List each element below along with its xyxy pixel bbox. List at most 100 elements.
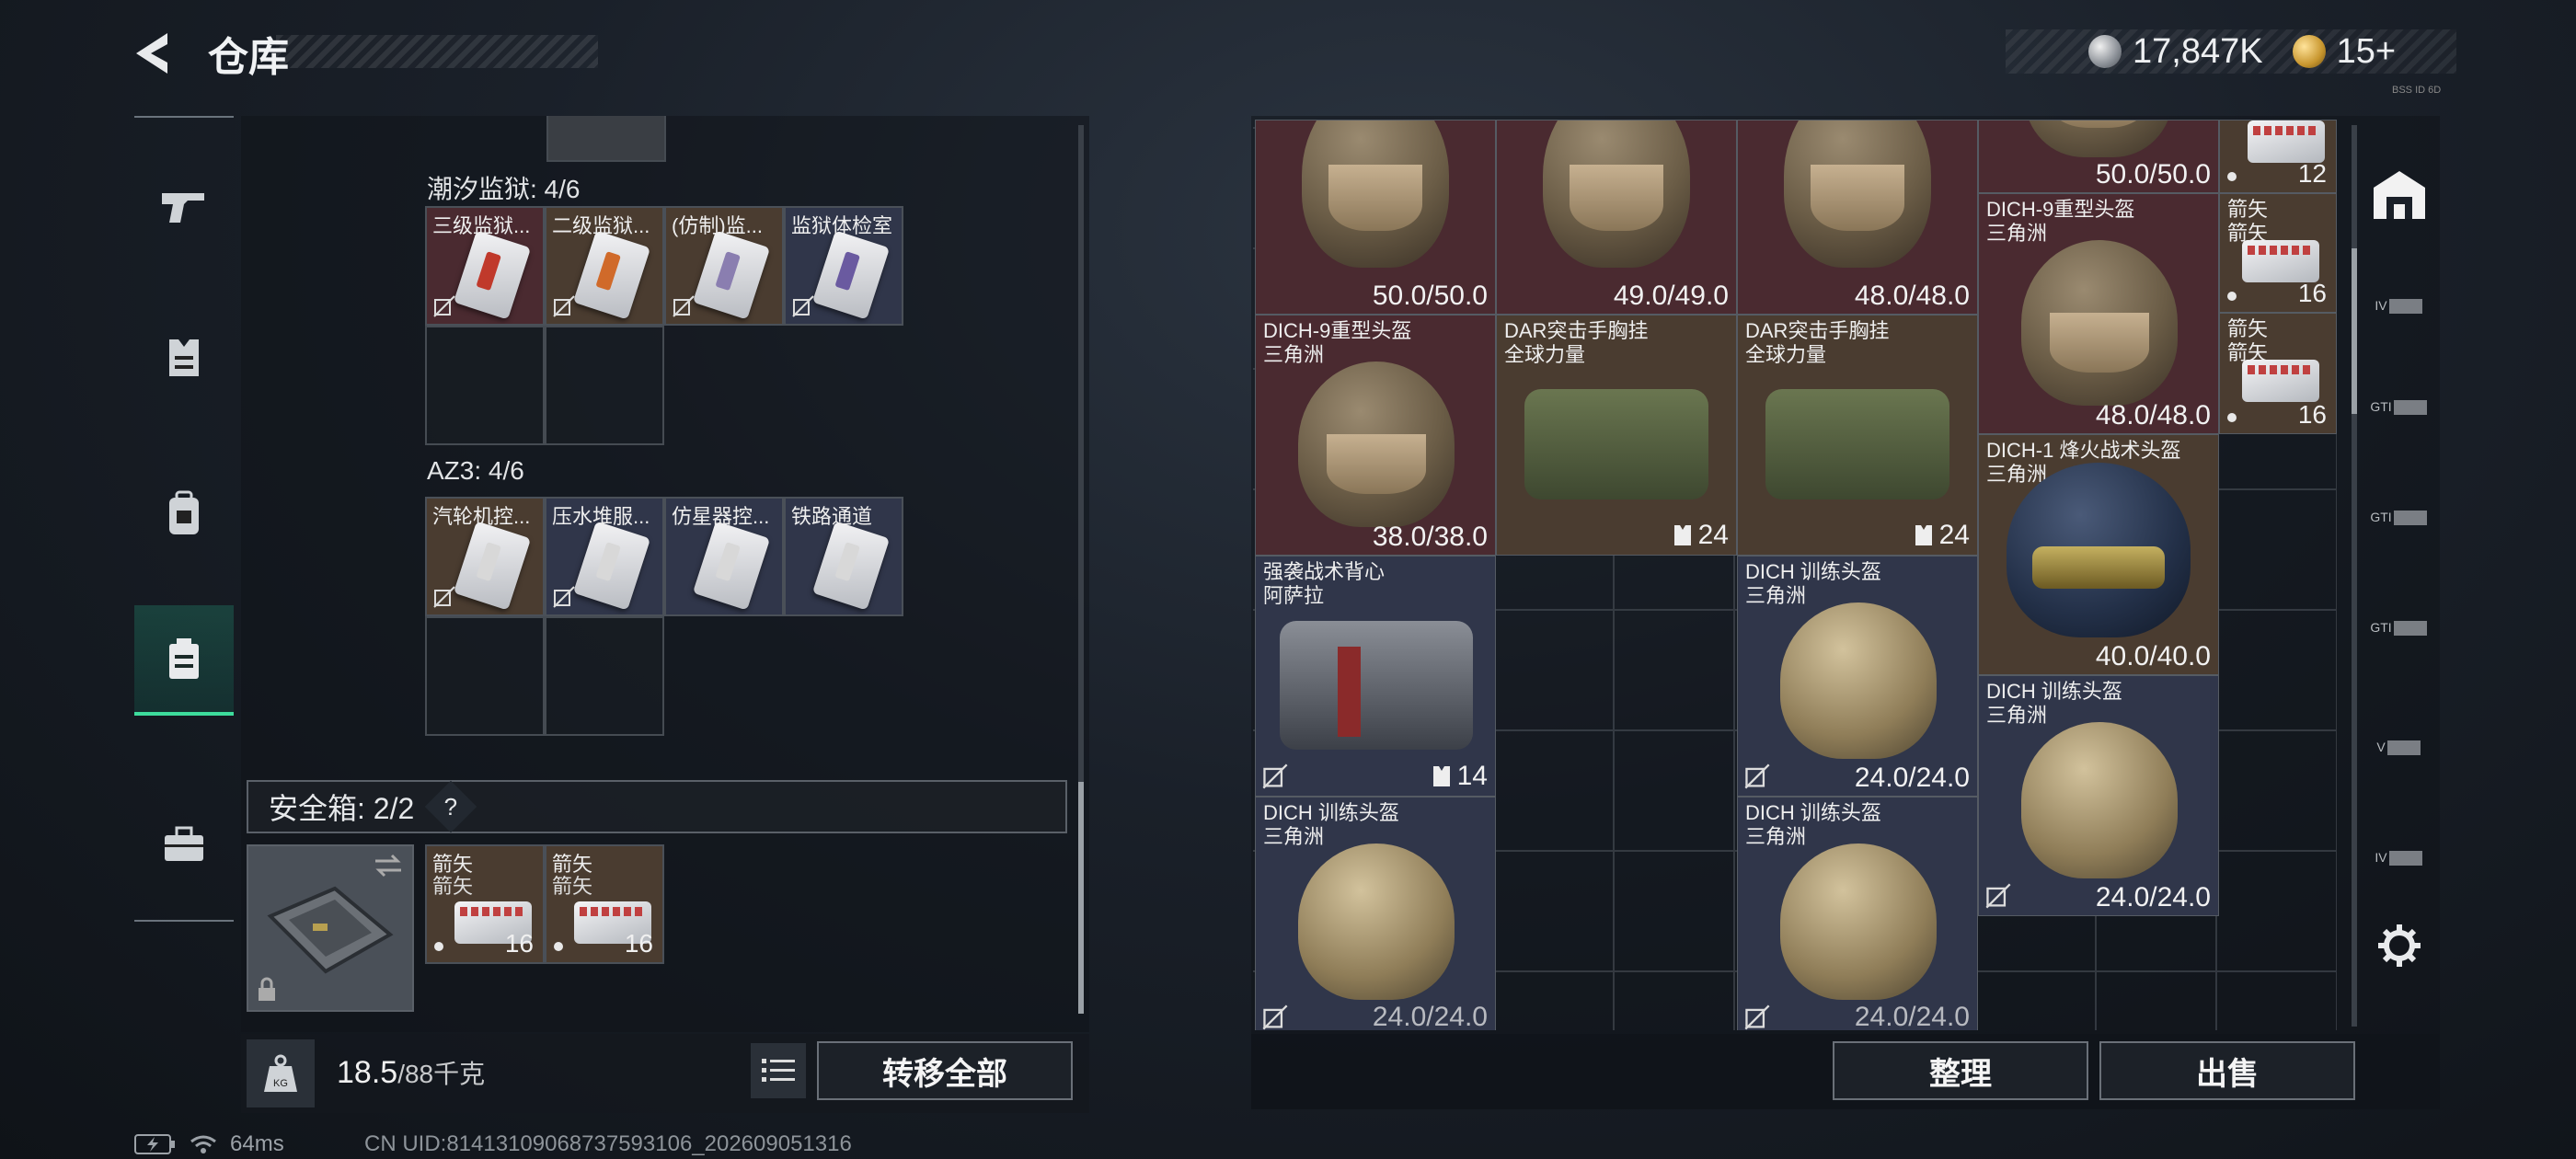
nav-case[interactable] [134,793,234,896]
settings-gear-icon [2378,924,2421,967]
keycard-item[interactable]: 铁路通道 [784,497,903,616]
uid-text: CN UID:81413109068737593106_202609051316 [364,1131,852,1156]
vest-capacity-icon [1915,525,1932,545]
filter-tab[interactable]: GTI [2361,368,2438,445]
sell-button[interactable]: 出售 [2099,1041,2355,1100]
item-name: (仿制)监... [672,214,763,237]
item-name: DAR突击手胸挂 全球力量 [1504,319,1649,366]
sort-button[interactable]: 整理 [1833,1041,2088,1100]
item-name: 箭矢 箭矢 [2227,198,2269,245]
home-base-icon [2374,171,2425,219]
capacity-badge: 24 [1673,520,1729,551]
settings-button[interactable] [2361,907,2438,984]
heavy-helmet-item[interactable]: 50.0/50.0 [1255,120,1496,315]
filter-tab[interactable]: GTI [2361,589,2438,666]
item-durability: 24.0/24.0 [1854,763,1970,793]
item-name: 监狱体检室 [791,214,893,237]
no-insure-icon [1744,1004,1770,1030]
training-helmet-item[interactable]: DICH 训练头盔 三角洲 24.0/24.0 [1978,675,2219,916]
chest-rig-item[interactable]: DAR突击手胸挂 全球力量 24 [1496,315,1737,556]
partial-item-top[interactable] [546,116,666,162]
arrow-ammo-item[interactable]: 箭矢 箭矢 16 [2219,313,2337,434]
empty-slot[interactable] [545,326,664,445]
ping-readout: 64ms [230,1131,284,1156]
weapon-filter-icon [2393,400,2427,415]
nav-armor[interactable] [134,305,234,408]
arrow-ammo-item[interactable]: 箭矢 箭矢 16 [545,844,664,964]
back-button[interactable] [129,26,184,81]
header-tiny-info: BSS ID 6D [2392,85,2442,96]
heavy-helmet-item[interactable]: DICH-9重型头盔 三角洲 38.0/38.0 [1255,315,1496,556]
heavy-helmet-item[interactable]: 49.0/49.0 [1496,120,1737,315]
tactical-vest-item[interactable]: 强袭战术背心 阿萨拉 14 [1255,556,1496,797]
transfer-all-button[interactable]: 转移全部 [817,1041,1073,1100]
backpack-icon [169,490,199,534]
left-scrollbar-thumb[interactable] [1078,782,1084,1014]
weight-current: 18.5 [337,1055,398,1090]
no-insure-icon [1985,883,2011,909]
pistol-icon [162,193,204,223]
nav-weapons[interactable] [134,155,234,258]
chest-rig-item[interactable]: DAR突击手胸挂 全球力量 24 [1737,315,1978,556]
training-helmet-item[interactable]: DICH 训练头盔 三角洲 24.0/24.0 [1737,556,1978,797]
safe-box-slot[interactable] [247,844,414,1012]
currency-bar: 17,847K 15+ [2006,29,2456,74]
training-helmet-item[interactable]: DICH 训练头盔 三角洲 24.0/24.0 [1737,797,1978,1030]
no-insure-icon [1262,763,1288,789]
filter-tab[interactable]: V [2361,708,2438,786]
empty-slot[interactable] [425,326,545,445]
weapon-filter-icon [2388,851,2422,866]
keycard-item[interactable]: 二级监狱... [545,206,664,326]
filter-tab[interactable]: GTI [2361,478,2438,556]
filter-label: GTI [2370,620,2392,635]
swap-icon[interactable] [372,852,405,879]
storage-box-icon [169,638,199,679]
arrow-ammo-item[interactable]: 箭矢 箭矢 16 [425,844,545,964]
keycard-item[interactable]: (仿制)监... [664,206,784,326]
heavy-helmet-item[interactable]: DICH-9重型头盔 三角洲 48.0/48.0 [1978,193,2219,434]
training-helmet-item[interactable]: DICH 训练头盔 三角洲 24.0/24.0 [1255,797,1496,1030]
item-name: 铁路通道 [791,505,873,528]
heavy-helmet-item[interactable]: 48.0/48.0 [1737,120,1978,315]
vest-capacity-icon [1432,766,1450,786]
ammo-dot-icon [2227,172,2237,181]
weapon-filter-icon [2386,740,2421,755]
night-helmet-item[interactable]: DICH-1 烽火战术头盔 三角洲 40.0/40.0 [1978,434,2219,675]
helmet-image [2025,120,2172,157]
empty-slot[interactable] [545,616,664,736]
ammo-dot-icon [2227,292,2237,301]
helmet-image [2021,722,2178,878]
filter-label: IV [2375,298,2387,313]
chest-rig-image [1765,389,1949,499]
keycard-item[interactable]: 三级监狱... [425,206,545,326]
list-view-button[interactable] [751,1043,806,1098]
filter-all-home[interactable] [2361,156,2438,234]
silver-coin-icon [2088,35,2122,68]
weight-max: /88千克 [397,1060,486,1088]
keycard-item[interactable]: 汽轮机控... [425,497,545,616]
nav-backpack[interactable] [134,462,234,565]
help-icon[interactable]: ? [424,780,477,833]
item-name: 箭矢 箭矢 [2227,317,2269,364]
heavy-helmet-item[interactable]: 50.0/50.0 [1978,120,2219,193]
item-durability: 38.0/38.0 [1372,522,1488,552]
page-title: 仓库 [208,35,289,80]
arrow-ammo-item[interactable]: 12 [2219,120,2337,193]
keycard-item[interactable]: 监狱体检室 [784,206,903,326]
filter-tab[interactable]: IV [2361,819,2438,896]
nav-storage[interactable] [134,605,234,716]
empty-slot[interactable] [425,616,545,736]
right-scrollbar-thumb[interactable] [2352,248,2357,414]
left-category-nav [134,116,234,922]
item-name: DICH-9重型头盔 三角洲 [1263,319,1412,366]
helmet-image [1784,120,1931,268]
item-count: 16 [624,929,653,958]
arrow-ammo-item[interactable]: 箭矢 箭矢 16 [2219,193,2337,313]
filter-tab[interactable]: IV [2361,267,2438,344]
filter-label: V [2376,740,2386,754]
keycard-item[interactable]: 仿星器控... [664,497,784,616]
capacity-badge: 24 [1914,520,1970,551]
item-name: 仿星器控... [672,505,770,528]
item-durability: 48.0/48.0 [1854,281,1970,311]
keycard-item[interactable]: 压水堆服... [545,497,664,616]
